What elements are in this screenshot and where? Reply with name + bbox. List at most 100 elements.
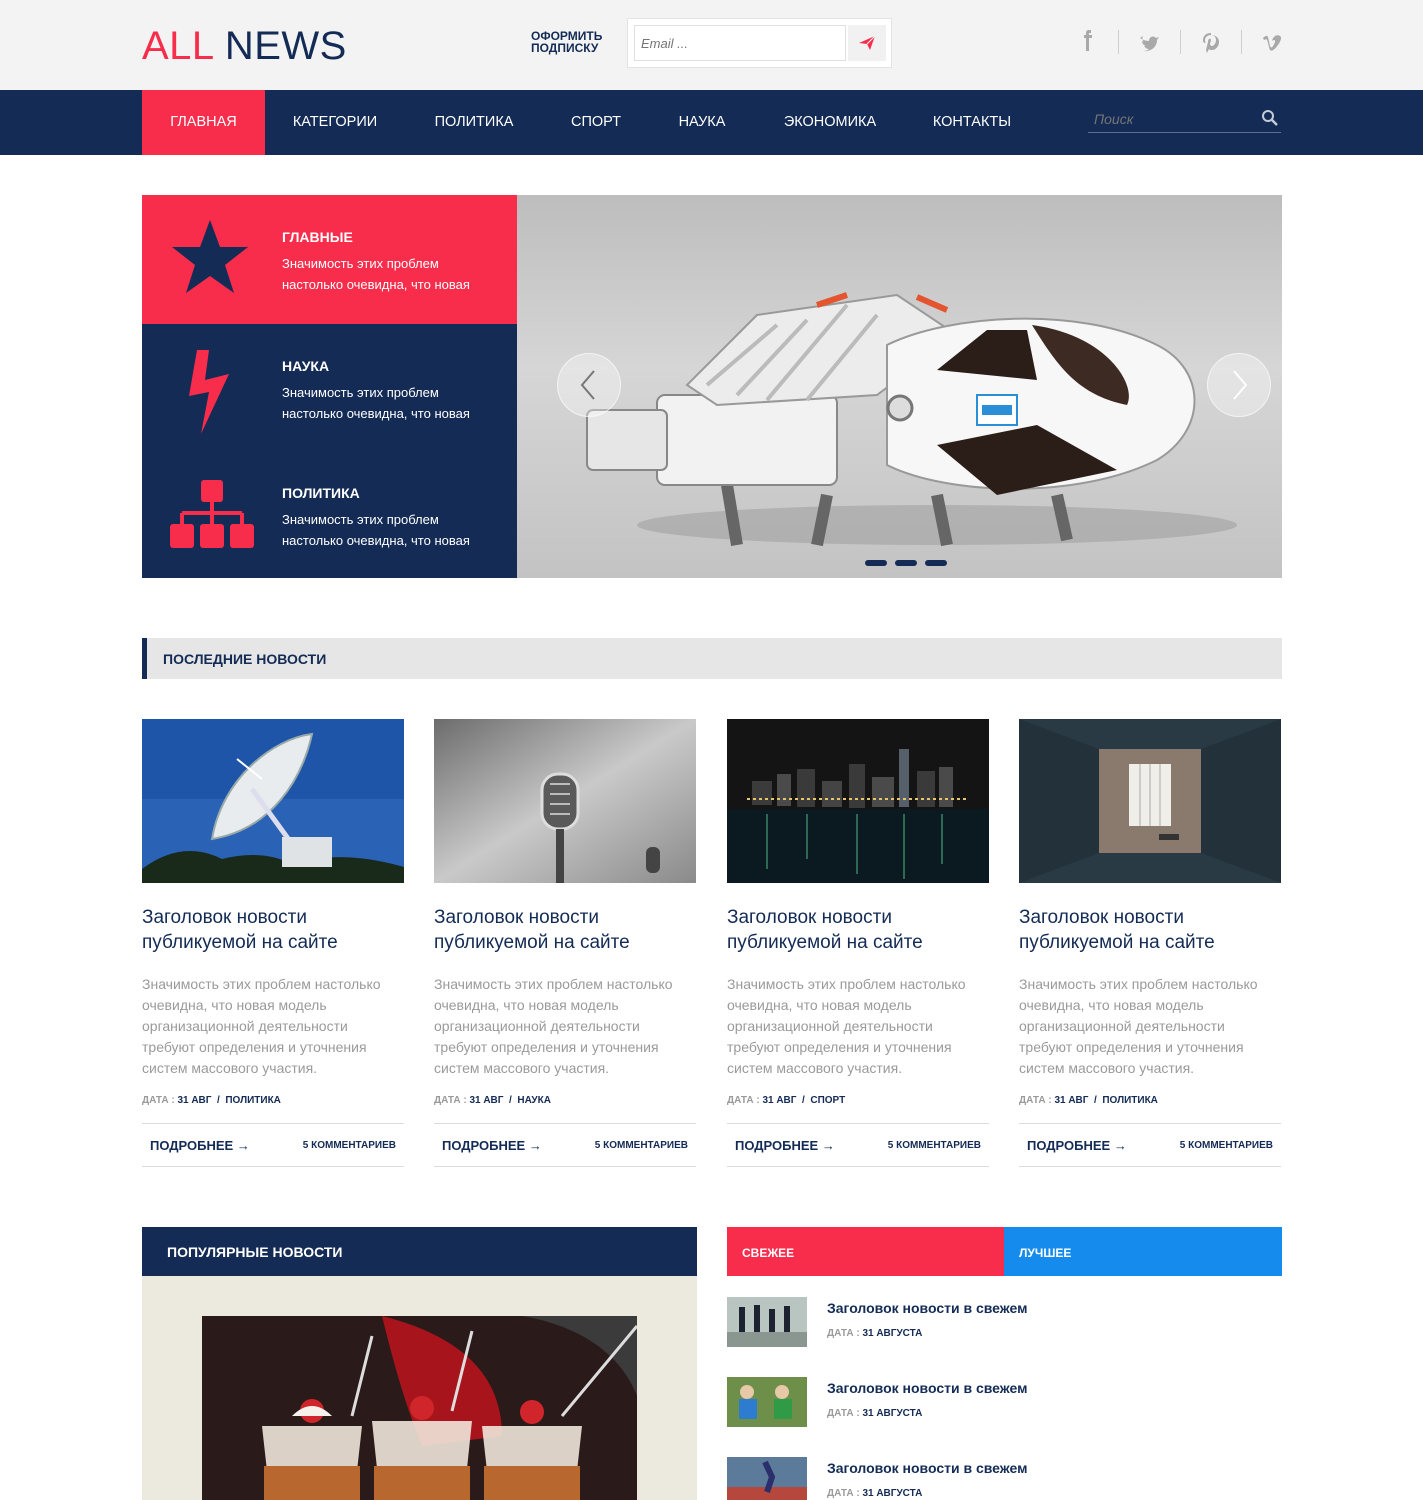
- popular-news-body: [142, 1276, 697, 1500]
- date-label: ДАТА :: [827, 1408, 860, 1419]
- track-athlete-image: [727, 1457, 807, 1500]
- hero-category-text: Значимость этих проблем настолько очевид…: [282, 256, 470, 292]
- list-item-title[interactable]: Заголовок новости в свежем: [827, 1380, 1027, 1396]
- email-input[interactable]: [634, 25, 846, 61]
- popular-news-heading: ПОПУЛЯРНЫЕ НОВОСТИ: [142, 1227, 697, 1276]
- read-more-link[interactable]: ПОДРОБНЕЕ →: [150, 1138, 250, 1153]
- comments-link[interactable]: 5 КОММЕНТАРИЕВ: [888, 1140, 981, 1151]
- facebook-icon[interactable]: [1074, 30, 1102, 63]
- list-item-thumbnail[interactable]: [727, 1377, 807, 1427]
- nav-item-economy[interactable]: ЭКОНОМИКА: [755, 90, 905, 155]
- search-input[interactable]: [1094, 105, 1254, 132]
- pinterest-icon[interactable]: [1197, 30, 1225, 63]
- news-card-excerpt: Значимость этих проблем настолько очевид…: [434, 976, 673, 1076]
- comments-link[interactable]: 5 КОММЕНТАРИЕВ: [303, 1140, 396, 1151]
- news-card-excerpt: Значимость этих проблем настолько очевид…: [1019, 976, 1258, 1076]
- news-card-footer: ПОДРОБНЕЕ → 5 КОММЕНТАРИЕВ: [1019, 1123, 1281, 1167]
- list-item-title[interactable]: Заголовок новости в свежем: [827, 1460, 1027, 1476]
- list-item-date: ДАТА : 31 АВГУСТА: [827, 1408, 922, 1419]
- date-label: ДАТА :: [434, 1095, 467, 1106]
- nav-item-home[interactable]: ГЛАВНАЯ: [142, 90, 265, 155]
- news-card-meta: ДАТА : 31 АВГ / НАУКА: [434, 1095, 551, 1106]
- date-label: ДАТА :: [142, 1095, 175, 1106]
- section-title: ПОСЛЕДНИЕ НОВОСТИ: [163, 651, 327, 667]
- read-more-link[interactable]: ПОДРОБНЕЕ →: [1027, 1138, 1127, 1153]
- news-card-footer: ПОДРОБНЕЕ → 5 КОММЕНТАРИЕВ: [727, 1123, 989, 1167]
- comments-link[interactable]: 5 КОММЕНТАРИЕВ: [595, 1140, 688, 1151]
- news-card-image[interactable]: [1019, 719, 1281, 883]
- news-card-excerpt: Значимость этих проблем настолько очевид…: [727, 976, 966, 1076]
- microphone-image: [434, 719, 696, 883]
- building-perspective-image: [1019, 719, 1281, 883]
- news-card-footer: ПОДРОБНЕЕ → 5 КОММЕНТАРИЕВ: [434, 1123, 696, 1167]
- nav-item-contacts[interactable]: КОНТАКТЫ: [905, 90, 1039, 155]
- search-icon[interactable]: [1261, 109, 1279, 127]
- night-city-image: [727, 719, 989, 883]
- nav-item-politics[interactable]: ПОЛИТИКА: [405, 90, 543, 155]
- logo-part-all: ALL: [142, 24, 214, 68]
- twitter-icon[interactable]: [1135, 30, 1163, 63]
- hierarchy-icon: [170, 480, 254, 548]
- tab-best[interactable]: ЛУЧШЕЕ: [1004, 1227, 1282, 1276]
- news-card-meta: ДАТА : 31 АВГ / СПОРТ: [727, 1095, 846, 1106]
- paper-plane-icon: [859, 35, 876, 50]
- date-value: 31 АВГУСТА: [862, 1488, 923, 1499]
- popular-news-image[interactable]: [202, 1316, 637, 1500]
- cyclists-image: [727, 1377, 807, 1427]
- site-header: ALL NEWS ОФОРМИТЬ ПОДПИСКУ: [0, 0, 1423, 90]
- news-card-image[interactable]: [142, 719, 404, 883]
- list-item-thumbnail[interactable]: [727, 1297, 807, 1347]
- hero-category-main[interactable]: ГЛАВНЫЕ Значимость этих проблем настольк…: [142, 195, 517, 324]
- news-card-title[interactable]: Заголовок новости публикуемой на сайте: [1019, 905, 1281, 955]
- chevron-right-icon: [1233, 370, 1248, 400]
- date-label: ДАТА :: [1019, 1095, 1052, 1106]
- news-card: Заголовок новости публикуемой на сайте З…: [1019, 719, 1281, 1167]
- news-card-title[interactable]: Заголовок новости публикуемой на сайте: [727, 905, 989, 955]
- slider-dot[interactable]: [925, 560, 947, 566]
- tab-label: СВЕЖЕЕ: [742, 1246, 795, 1260]
- news-card-category[interactable]: СПОРТ: [810, 1095, 845, 1106]
- hero-category-politics[interactable]: ПОЛИТИКА Значимость этих проблем настоль…: [142, 451, 517, 578]
- section-title: ПОПУЛЯРНЫЕ НОВОСТИ: [167, 1244, 343, 1260]
- hero-category-science[interactable]: НАУКА Значимость этих проблем настолько …: [142, 324, 517, 451]
- vimeo-icon[interactable]: [1258, 30, 1286, 63]
- subscribe-send-button[interactable]: [848, 25, 886, 61]
- star-icon: [172, 220, 248, 293]
- date-label: ДАТА :: [827, 1488, 860, 1499]
- date-value: 31 АВГУСТА: [862, 1328, 923, 1339]
- list-item-thumbnail[interactable]: [727, 1457, 807, 1500]
- news-card-image[interactable]: [727, 719, 989, 883]
- tab-fresh[interactable]: СВЕЖЕЕ: [727, 1227, 1004, 1276]
- list-item-date: ДАТА : 31 АВГУСТА: [827, 1488, 922, 1499]
- news-card-title[interactable]: Заголовок новости публикуемой на сайте: [142, 905, 404, 955]
- radio-telescope-image: [142, 719, 404, 883]
- nav-item-sport[interactable]: СПОРТ: [543, 90, 649, 155]
- logo-part-news: NEWS: [224, 24, 347, 68]
- date-label: ДАТА :: [827, 1328, 860, 1339]
- social-separator: [1118, 30, 1119, 54]
- nav-item-categories[interactable]: КАТЕГОРИИ: [265, 90, 405, 155]
- social-separator: [1241, 30, 1242, 54]
- news-card-date: 31 АВГ: [1054, 1095, 1089, 1106]
- news-card: Заголовок новости публикуемой на сайте З…: [727, 719, 989, 1167]
- site-logo[interactable]: ALL NEWS: [142, 22, 347, 70]
- hero-slider[interactable]: [517, 195, 1282, 578]
- subscribe-form: [627, 18, 892, 68]
- slider-dot[interactable]: [865, 560, 887, 566]
- comments-link[interactable]: 5 КОММЕНТАРИЕВ: [1180, 1140, 1273, 1151]
- date-value: 31 АВГУСТА: [862, 1408, 923, 1419]
- list-item-title[interactable]: Заголовок новости в свежем: [827, 1300, 1027, 1316]
- slider-prev-button[interactable]: [557, 353, 621, 417]
- news-card-image[interactable]: [434, 719, 696, 883]
- news-card-title[interactable]: Заголовок новости публикуемой на сайте: [434, 905, 696, 955]
- news-card-date: 31 АВГ: [469, 1095, 504, 1106]
- nav-item-science[interactable]: НАУКА: [649, 90, 755, 155]
- news-card-category[interactable]: НАУКА: [517, 1095, 551, 1106]
- read-more-link[interactable]: ПОДРОБНЕЕ →: [735, 1138, 835, 1153]
- slider-dot[interactable]: [895, 560, 917, 566]
- read-more-link[interactable]: ПОДРОБНЕЕ →: [442, 1138, 542, 1153]
- news-card-category[interactable]: ПОЛИТИКА: [1102, 1095, 1158, 1106]
- news-card-category[interactable]: ПОЛИТИКА: [225, 1095, 281, 1106]
- slider-next-button[interactable]: [1207, 353, 1271, 417]
- hero-category-text: Значимость этих проблем настолько очевид…: [282, 385, 470, 421]
